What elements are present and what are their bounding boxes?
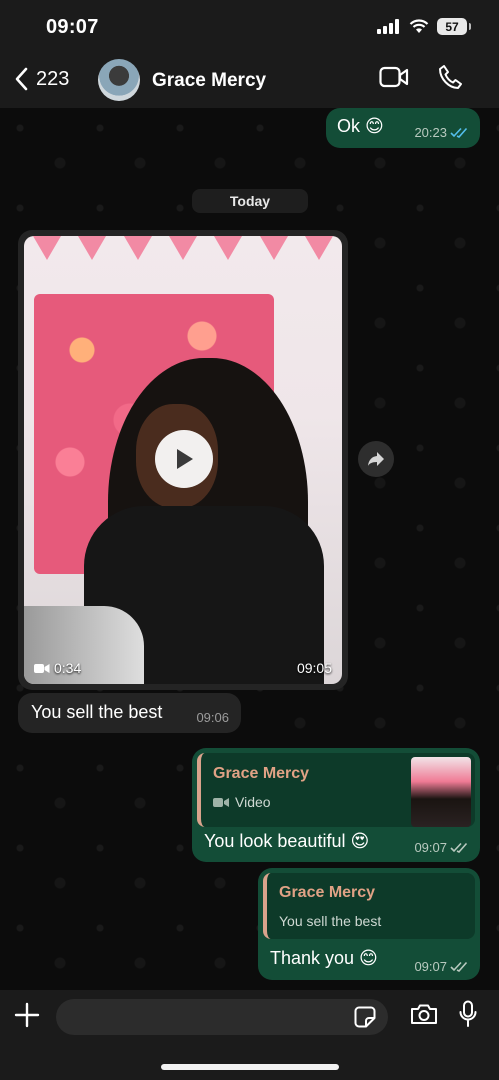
message-meta: 09:07 <box>414 959 468 974</box>
quote-sender: Grace Mercy <box>213 765 310 782</box>
quoted-message[interactable]: Grace Mercy You sell the best <box>263 873 475 939</box>
video-camera-icon <box>213 797 229 807</box>
battery-icon: 57 <box>437 18 471 35</box>
contact-name[interactable]: Grace Mercy <box>152 70 266 92</box>
message-meta: 09:07 <box>414 840 468 855</box>
avatar[interactable] <box>98 59 140 101</box>
quote-sender: Grace Mercy <box>279 884 376 901</box>
signal-icon <box>377 19 399 34</box>
message-text: Thank you 😊 <box>270 948 378 968</box>
home-indicator <box>161 1064 339 1070</box>
phone-icon[interactable] <box>438 64 462 90</box>
play-icon <box>177 449 193 469</box>
video-duration: 0:34 <box>34 660 81 676</box>
message-time: 09:07 <box>414 959 447 974</box>
forward-button[interactable] <box>358 441 394 477</box>
message-bubble-outgoing[interactable]: Grace Mercy Video You look beautiful 😍 0… <box>192 748 480 862</box>
chat-area[interactable]: Ok 😊 20:23 Today 0:34 09:05 You sell the… <box>0 108 499 990</box>
delivered-receipt-icon <box>450 961 468 972</box>
quote-thumbnail <box>411 757 471 827</box>
play-button[interactable] <box>155 430 213 488</box>
status-icons: 57 <box>377 18 471 35</box>
video-thumbnail[interactable]: 0:34 09:05 <box>24 236 342 684</box>
plus-icon[interactable] <box>14 1002 40 1028</box>
back-count: 223 <box>36 67 70 90</box>
video-time: 09:05 <box>296 660 332 676</box>
forward-icon <box>368 452 384 466</box>
delivered-receipt-icon <box>450 842 468 853</box>
read-receipt-icon <box>450 127 468 138</box>
message-meta: 20:23 <box>414 125 468 140</box>
wifi-icon <box>409 19 429 33</box>
message-text: You look beautiful 😍 <box>204 831 370 851</box>
microphone-icon[interactable] <box>458 1000 478 1028</box>
message-input[interactable] <box>56 999 388 1035</box>
back-button[interactable]: 223 <box>14 67 69 91</box>
sticker-icon[interactable] <box>354 1006 376 1028</box>
composer-bar <box>0 990 499 1080</box>
status-time: 09:07 <box>46 16 99 38</box>
chevron-left-icon <box>15 67 28 91</box>
quoted-message[interactable]: Grace Mercy Video <box>197 753 475 827</box>
day-separator: Today <box>192 189 308 213</box>
camera-icon[interactable] <box>410 1003 438 1025</box>
message-time: 09:07 <box>414 840 447 855</box>
message-time: 09:06 <box>196 710 229 725</box>
message-bubble-outgoing[interactable]: Grace Mercy You sell the best Thank you … <box>258 868 480 980</box>
message-bubble-incoming[interactable]: You sell the best 09:06 <box>18 693 241 733</box>
quote-content: You sell the best <box>279 913 382 929</box>
pennant-decoration <box>24 236 342 264</box>
message-time: 20:23 <box>414 125 447 140</box>
message-text: You sell the best <box>31 702 163 722</box>
quote-content: Video <box>213 794 271 810</box>
chat-header: 223 Grace Mercy <box>0 58 499 104</box>
top-bar: 09:07 57 223 Grace Mercy <box>0 0 499 108</box>
video-camera-icon <box>34 663 50 673</box>
message-bubble-outgoing[interactable]: Ok 😊 20:23 <box>326 108 480 148</box>
video-message[interactable]: 0:34 09:05 <box>18 230 348 690</box>
video-call-icon[interactable] <box>379 66 409 88</box>
message-text: Ok 😊 <box>337 116 384 136</box>
